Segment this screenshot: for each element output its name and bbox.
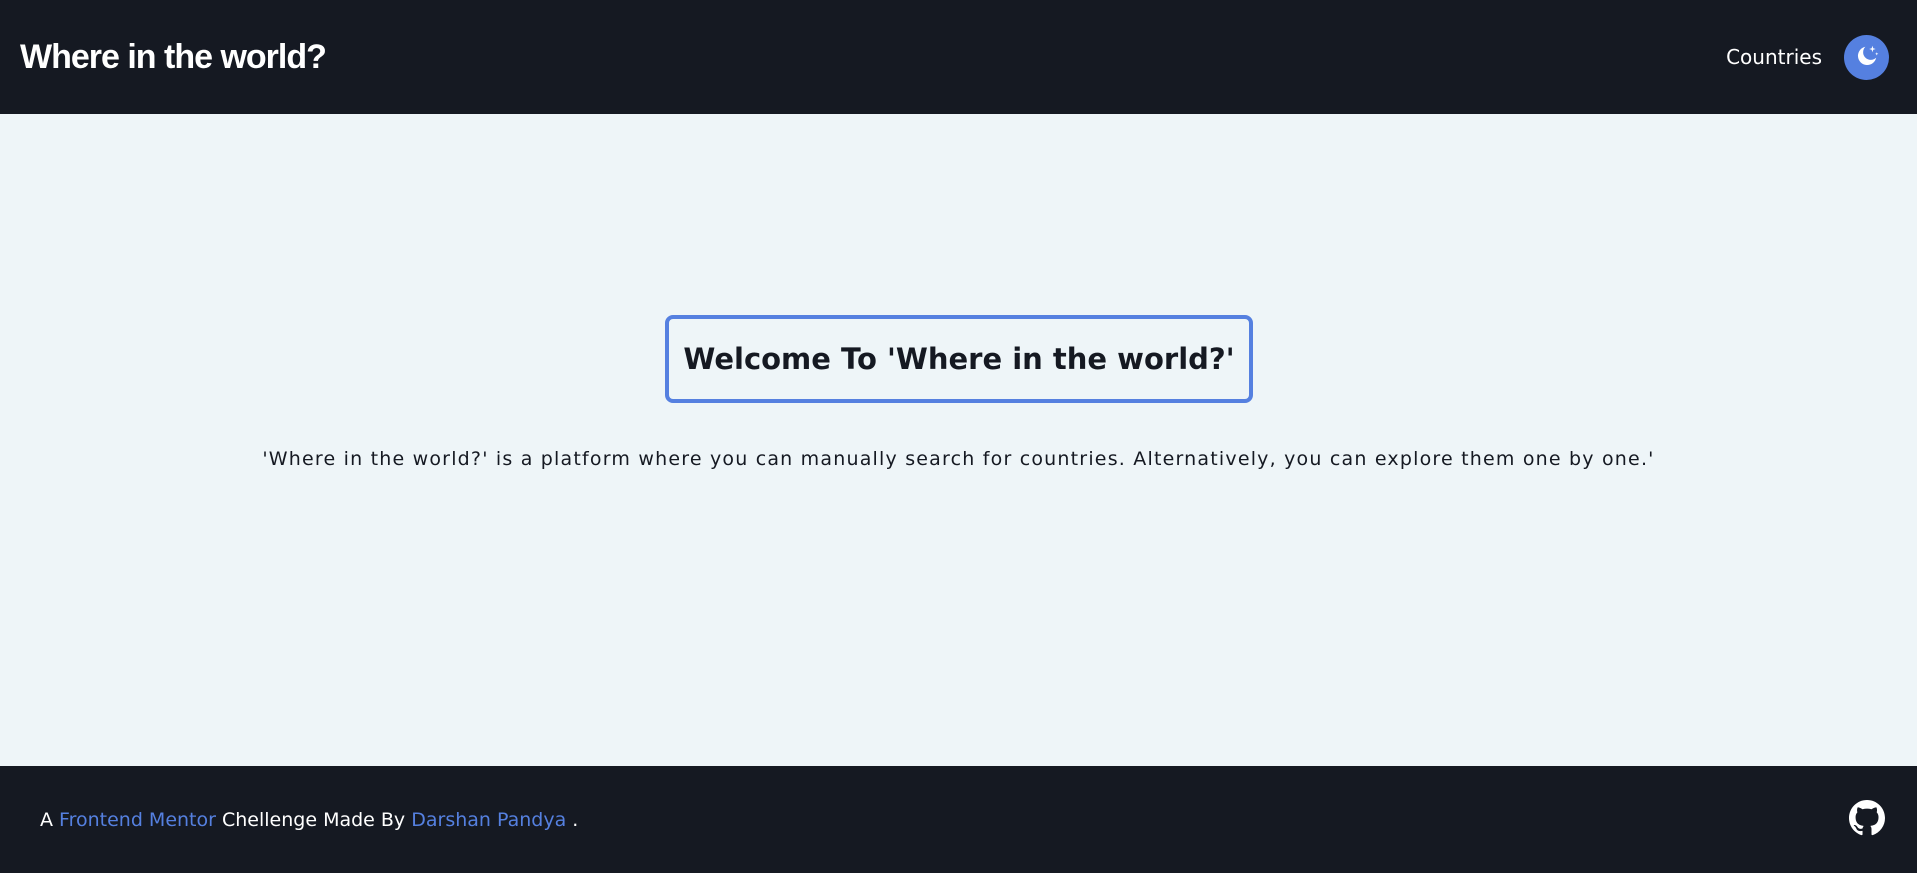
author-link[interactable]: Darshan Pandya (411, 809, 566, 831)
site-title: Where in the world? (20, 37, 327, 76)
theme-toggle-button[interactable] (1844, 34, 1889, 80)
nav-link-countries[interactable]: Countries (1726, 45, 1822, 69)
footer-credit: A Frontend Mentor Chellenge Made By Dars… (40, 809, 578, 831)
github-icon (1849, 799, 1885, 840)
footer-suffix: . (572, 808, 579, 831)
header-actions: Countries (1726, 34, 1889, 80)
footer-middle: Chellenge Made By (222, 808, 406, 831)
welcome-heading: Welcome To 'Where in the world?' (683, 342, 1235, 376)
github-link[interactable] (1847, 799, 1887, 840)
frontend-mentor-link[interactable]: Frontend Mentor (59, 809, 216, 831)
intro-description: 'Where in the world?' is a platform wher… (262, 448, 1655, 470)
welcome-box: Welcome To 'Where in the world?' (665, 315, 1253, 403)
site-header: Where in the world? Countries (0, 0, 1917, 114)
moon-stars-icon (1854, 43, 1880, 72)
main-content: Welcome To 'Where in the world?' 'Where … (0, 114, 1917, 766)
footer-prefix: A (40, 808, 53, 831)
site-footer: A Frontend Mentor Chellenge Made By Dars… (0, 766, 1917, 873)
